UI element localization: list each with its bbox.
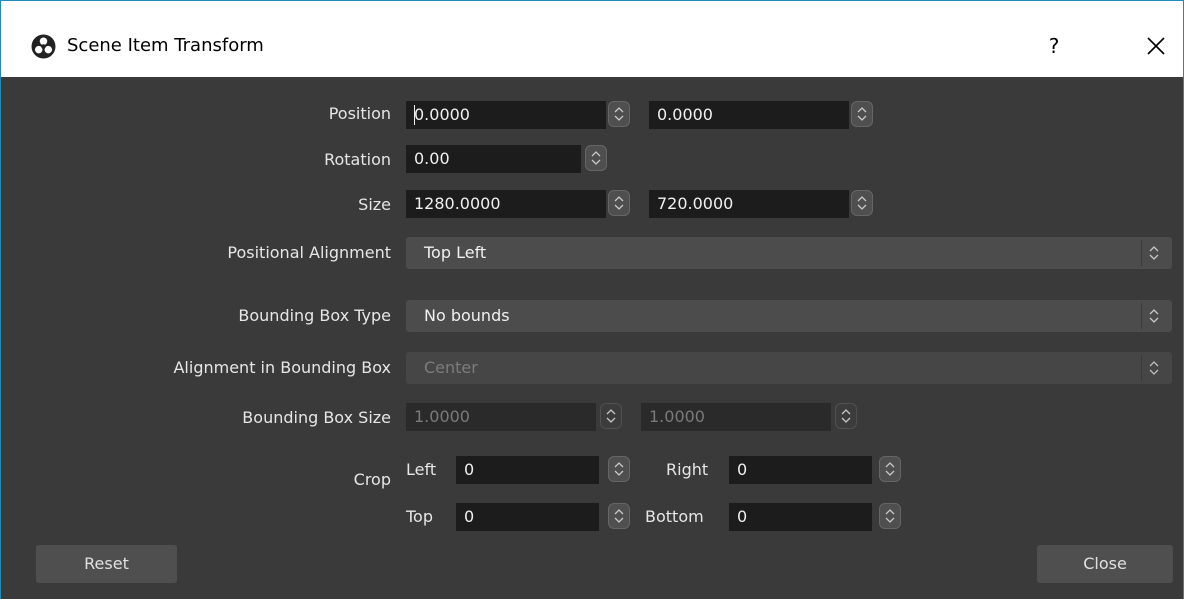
bounding-box-type-select[interactable]: No bounds <box>406 300 1172 332</box>
position-x-spinner[interactable] <box>608 101 630 127</box>
reset-button[interactable]: Reset <box>36 545 177 583</box>
spin-arrows-icon <box>614 462 624 476</box>
rotation-input[interactable]: 0.00 <box>406 145 581 173</box>
crop-left-spinner[interactable] <box>608 456 630 482</box>
crop-left-input[interactable]: 0 <box>456 456 599 484</box>
position-y-input[interactable]: 0.0000 <box>649 101 849 129</box>
positional-alignment-select[interactable]: Top Left <box>406 237 1172 269</box>
spin-arrows-icon <box>841 409 851 423</box>
size-label: Size <box>358 195 391 214</box>
spin-arrows-icon <box>606 409 616 423</box>
size-width-input[interactable]: 1280.0000 <box>406 190 606 218</box>
close-button[interactable]: Close <box>1037 545 1173 583</box>
title-bar: Scene Item Transform ? <box>1 1 1183 77</box>
bounding-box-size-label: Bounding Box Size <box>242 408 391 427</box>
crop-right-value: 0 <box>737 460 748 479</box>
help-button[interactable]: ? <box>1039 31 1069 61</box>
bounding-box-width-input[interactable]: 1.0000 <box>406 403 596 431</box>
bounding-box-height-value: 1.0000 <box>649 407 705 426</box>
positional-alignment-label: Positional Alignment <box>227 243 391 262</box>
crop-bottom-label: Bottom <box>645 507 704 526</box>
chevron-updown-icon <box>1141 303 1166 329</box>
crop-right-spinner[interactable] <box>879 456 901 482</box>
size-height-spinner[interactable] <box>851 190 873 216</box>
size-height-value: 720.0000 <box>657 194 734 213</box>
alignment-in-bounding-box-value: Center <box>424 358 478 377</box>
position-x-input[interactable]: 0.0000 <box>406 101 606 129</box>
crop-right-input[interactable]: 0 <box>729 456 872 484</box>
crop-top-spinner[interactable] <box>608 503 630 529</box>
crop-bottom-value: 0 <box>737 507 748 526</box>
spin-arrows-icon <box>614 196 624 210</box>
scene-item-transform-window: Scene Item Transform ? Position 0.0000 0… <box>0 0 1184 599</box>
position-y-spinner[interactable] <box>851 101 873 127</box>
bounding-box-type-label: Bounding Box Type <box>238 306 391 325</box>
bounding-box-width-value: 1.0000 <box>414 407 470 426</box>
size-width-value: 1280.0000 <box>414 194 501 213</box>
spin-arrows-icon <box>857 107 867 121</box>
spin-arrows-icon <box>885 462 895 476</box>
spin-arrows-icon <box>614 107 624 121</box>
spin-arrows-icon <box>857 196 867 210</box>
position-label: Position <box>328 104 391 123</box>
position-x-value: 0.0000 <box>414 105 470 124</box>
close-icon[interactable] <box>1141 31 1171 61</box>
spin-arrows-icon <box>614 509 624 523</box>
alignment-in-bounding-box-select[interactable]: Center <box>406 352 1172 384</box>
obs-logo-icon <box>31 34 56 59</box>
positional-alignment-value: Top Left <box>424 243 487 262</box>
rotation-value: 0.00 <box>414 149 450 168</box>
size-width-spinner[interactable] <box>608 190 630 216</box>
crop-bottom-spinner[interactable] <box>879 503 901 529</box>
crop-left-value: 0 <box>464 460 475 479</box>
crop-left-label: Left <box>406 460 437 479</box>
window-title: Scene Item Transform <box>67 35 264 56</box>
spin-arrows-icon <box>591 151 601 165</box>
crop-top-label: Top <box>406 507 433 526</box>
position-y-value: 0.0000 <box>657 105 713 124</box>
crop-top-input[interactable]: 0 <box>456 503 599 531</box>
crop-label: Crop <box>353 470 391 489</box>
bounding-box-type-value: No bounds <box>424 306 510 325</box>
bounding-box-height-input[interactable]: 1.0000 <box>641 403 831 431</box>
chevron-updown-icon <box>1141 355 1166 381</box>
crop-bottom-input[interactable]: 0 <box>729 503 872 531</box>
chevron-updown-icon <box>1141 240 1166 266</box>
crop-right-label: Right <box>666 460 709 479</box>
spin-arrows-icon <box>885 509 895 523</box>
rotation-label: Rotation <box>324 150 391 169</box>
size-height-input[interactable]: 720.0000 <box>649 190 849 218</box>
rotation-spinner[interactable] <box>585 145 607 171</box>
bounding-box-height-spinner[interactable] <box>835 403 857 429</box>
alignment-in-bounding-box-label: Alignment in Bounding Box <box>173 358 391 377</box>
bounding-box-width-spinner[interactable] <box>600 403 622 429</box>
text-cursor <box>414 105 415 125</box>
crop-top-value: 0 <box>464 507 475 526</box>
